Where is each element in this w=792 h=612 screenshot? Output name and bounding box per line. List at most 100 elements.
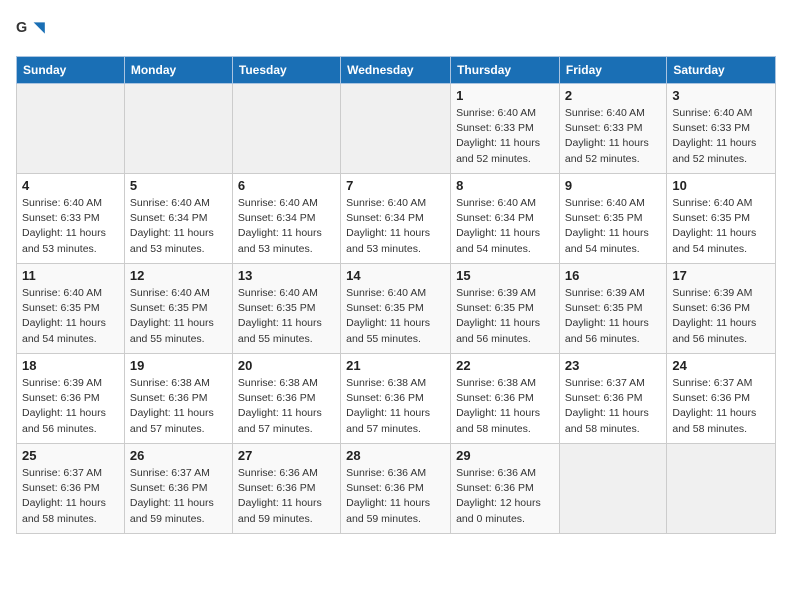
calendar-cell [17, 84, 125, 174]
day-info: Sunrise: 6:40 AM Sunset: 6:34 PM Dayligh… [238, 196, 335, 257]
day-info: Sunrise: 6:36 AM Sunset: 6:36 PM Dayligh… [346, 466, 445, 527]
calendar-cell: 8 Sunrise: 6:40 AM Sunset: 6:34 PM Daylig… [451, 174, 560, 264]
day-number: 14 [346, 268, 445, 283]
day-number: 26 [130, 448, 227, 463]
calendar-cell [559, 444, 666, 534]
logo-icon: G [16, 16, 48, 48]
calendar-cell: 14 Sunrise: 6:40 AM Sunset: 6:35 PM Dayli… [341, 264, 451, 354]
calendar-cell [341, 84, 451, 174]
weekday-header: Tuesday [232, 57, 340, 84]
calendar-cell: 1 Sunrise: 6:40 AM Sunset: 6:33 PM Daylig… [451, 84, 560, 174]
day-number: 5 [130, 178, 227, 193]
day-number: 12 [130, 268, 227, 283]
weekday-header: Wednesday [341, 57, 451, 84]
day-number: 29 [456, 448, 554, 463]
day-info: Sunrise: 6:38 AM Sunset: 6:36 PM Dayligh… [456, 376, 554, 437]
calendar-cell: 21 Sunrise: 6:38 AM Sunset: 6:36 PM Dayli… [341, 354, 451, 444]
calendar-cell [667, 444, 776, 534]
calendar-week-row: 1 Sunrise: 6:40 AM Sunset: 6:33 PM Daylig… [17, 84, 776, 174]
day-number: 23 [565, 358, 661, 373]
calendar-cell: 10 Sunrise: 6:40 AM Sunset: 6:35 PM Dayli… [667, 174, 776, 264]
day-number: 18 [22, 358, 119, 373]
day-info: Sunrise: 6:40 AM Sunset: 6:35 PM Dayligh… [238, 286, 335, 347]
day-number: 11 [22, 268, 119, 283]
calendar-cell [232, 84, 340, 174]
day-number: 6 [238, 178, 335, 193]
calendar-cell: 20 Sunrise: 6:38 AM Sunset: 6:36 PM Dayli… [232, 354, 340, 444]
calendar-cell: 15 Sunrise: 6:39 AM Sunset: 6:35 PM Dayli… [451, 264, 560, 354]
day-info: Sunrise: 6:40 AM Sunset: 6:35 PM Dayligh… [565, 196, 661, 257]
calendar-cell: 22 Sunrise: 6:38 AM Sunset: 6:36 PM Dayli… [451, 354, 560, 444]
calendar-cell: 27 Sunrise: 6:36 AM Sunset: 6:36 PM Dayli… [232, 444, 340, 534]
calendar-cell: 9 Sunrise: 6:40 AM Sunset: 6:35 PM Daylig… [559, 174, 666, 264]
weekday-header-row: SundayMondayTuesdayWednesdayThursdayFrid… [17, 57, 776, 84]
day-info: Sunrise: 6:38 AM Sunset: 6:36 PM Dayligh… [238, 376, 335, 437]
calendar-week-row: 11 Sunrise: 6:40 AM Sunset: 6:35 PM Dayli… [17, 264, 776, 354]
day-number: 8 [456, 178, 554, 193]
calendar-cell: 28 Sunrise: 6:36 AM Sunset: 6:36 PM Dayli… [341, 444, 451, 534]
day-info: Sunrise: 6:37 AM Sunset: 6:36 PM Dayligh… [22, 466, 119, 527]
day-info: Sunrise: 6:37 AM Sunset: 6:36 PM Dayligh… [565, 376, 661, 437]
day-number: 13 [238, 268, 335, 283]
day-number: 7 [346, 178, 445, 193]
day-info: Sunrise: 6:38 AM Sunset: 6:36 PM Dayligh… [346, 376, 445, 437]
calendar-table: SundayMondayTuesdayWednesdayThursdayFrid… [16, 56, 776, 534]
day-info: Sunrise: 6:40 AM Sunset: 6:35 PM Dayligh… [672, 196, 770, 257]
day-info: Sunrise: 6:40 AM Sunset: 6:33 PM Dayligh… [672, 106, 770, 167]
calendar-week-row: 18 Sunrise: 6:39 AM Sunset: 6:36 PM Dayli… [17, 354, 776, 444]
day-number: 27 [238, 448, 335, 463]
day-number: 9 [565, 178, 661, 193]
calendar-cell: 16Sunrise: 6:39 AM Sunset: 6:35 PM Dayli… [559, 264, 666, 354]
calendar-cell: 19Sunrise: 6:38 AM Sunset: 6:36 PM Dayli… [124, 354, 232, 444]
calendar-week-row: 25 Sunrise: 6:37 AM Sunset: 6:36 PM Dayli… [17, 444, 776, 534]
day-info: Sunrise: 6:40 AM Sunset: 6:33 PM Dayligh… [456, 106, 554, 167]
day-info: Sunrise: 6:36 AM Sunset: 6:36 PM Dayligh… [238, 466, 335, 527]
weekday-header: Saturday [667, 57, 776, 84]
day-number: 21 [346, 358, 445, 373]
day-info: Sunrise: 6:40 AM Sunset: 6:35 PM Dayligh… [346, 286, 445, 347]
day-number: 24 [672, 358, 770, 373]
weekday-header: Thursday [451, 57, 560, 84]
day-number: 25 [22, 448, 119, 463]
day-info: Sunrise: 6:40 AM Sunset: 6:33 PM Dayligh… [22, 196, 119, 257]
day-info: Sunrise: 6:40 AM Sunset: 6:33 PM Dayligh… [565, 106, 661, 167]
calendar-week-row: 4 Sunrise: 6:40 AM Sunset: 6:33 PM Daylig… [17, 174, 776, 264]
calendar-cell: 2 Sunrise: 6:40 AM Sunset: 6:33 PM Daylig… [559, 84, 666, 174]
day-info: Sunrise: 6:40 AM Sunset: 6:35 PM Dayligh… [22, 286, 119, 347]
calendar-cell: 6 Sunrise: 6:40 AM Sunset: 6:34 PM Daylig… [232, 174, 340, 264]
day-number: 22 [456, 358, 554, 373]
day-number: 10 [672, 178, 770, 193]
day-number: 4 [22, 178, 119, 193]
day-info: Sunrise: 6:38 AM Sunset: 6:36 PM Dayligh… [130, 376, 227, 437]
day-info: Sunrise: 6:40 AM Sunset: 6:34 PM Dayligh… [456, 196, 554, 257]
day-info: Sunrise: 6:39 AM Sunset: 6:36 PM Dayligh… [22, 376, 119, 437]
calendar-cell: 11 Sunrise: 6:40 AM Sunset: 6:35 PM Dayli… [17, 264, 125, 354]
calendar-cell: 23 Sunrise: 6:37 AM Sunset: 6:36 PM Dayli… [559, 354, 666, 444]
calendar-cell: 4 Sunrise: 6:40 AM Sunset: 6:33 PM Daylig… [17, 174, 125, 264]
calendar-cell: 26 Sunrise: 6:37 AM Sunset: 6:36 PM Dayli… [124, 444, 232, 534]
day-number: 15 [456, 268, 554, 283]
day-info: Sunrise: 6:39 AM Sunset: 6:35 PM Dayligh… [456, 286, 554, 347]
calendar-cell: 7 Sunrise: 6:40 AM Sunset: 6:34 PM Daylig… [341, 174, 451, 264]
day-number: 3 [672, 88, 770, 103]
day-number: 20 [238, 358, 335, 373]
svg-text:G: G [16, 20, 27, 36]
calendar-cell: 12Sunrise: 6:40 AM Sunset: 6:35 PM Dayli… [124, 264, 232, 354]
calendar-cell: 18 Sunrise: 6:39 AM Sunset: 6:36 PM Dayli… [17, 354, 125, 444]
day-info: Sunrise: 6:36 AM Sunset: 6:36 PM Dayligh… [456, 466, 554, 527]
calendar-cell: 25 Sunrise: 6:37 AM Sunset: 6:36 PM Dayli… [17, 444, 125, 534]
calendar-cell: 5Sunrise: 6:40 AM Sunset: 6:34 PM Daylig… [124, 174, 232, 264]
calendar-cell [124, 84, 232, 174]
day-number: 17 [672, 268, 770, 283]
day-info: Sunrise: 6:39 AM Sunset: 6:36 PM Dayligh… [672, 286, 770, 347]
day-number: 28 [346, 448, 445, 463]
logo: G [16, 16, 52, 48]
day-info: Sunrise: 6:37 AM Sunset: 6:36 PM Dayligh… [130, 466, 227, 527]
weekday-header: Monday [124, 57, 232, 84]
calendar-cell: 13 Sunrise: 6:40 AM Sunset: 6:35 PM Dayli… [232, 264, 340, 354]
page-header: G [16, 16, 776, 48]
day-info: Sunrise: 6:40 AM Sunset: 6:34 PM Dayligh… [346, 196, 445, 257]
day-number: 1 [456, 88, 554, 103]
calendar-cell: 24Sunrise: 6:37 AM Sunset: 6:36 PM Dayli… [667, 354, 776, 444]
day-number: 2 [565, 88, 661, 103]
